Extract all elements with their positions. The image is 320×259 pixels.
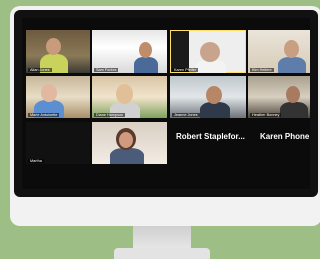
participant-body: [110, 148, 144, 164]
video-tile-active-speaker[interactable]: Karen Pfeifer: [170, 30, 246, 73]
participant-head: [41, 84, 57, 102]
participant-name: Allan Jones: [28, 68, 52, 72]
monitor-stand-neck: [133, 226, 191, 250]
monitor-stand-base: [114, 248, 210, 259]
participant-body: [280, 102, 308, 118]
monitor-bezel: Allan Jones Sam Fontes Karen Pfeifer Kim…: [14, 10, 318, 197]
video-tile[interactable]: Heather Bonney: [248, 76, 310, 118]
video-tile[interactable]: [92, 122, 167, 164]
participant-body: [278, 57, 306, 73]
participant-head: [286, 86, 300, 103]
participant-name: Kim Heliere: [250, 68, 274, 72]
video-tile[interactable]: Jeanne Jones: [170, 76, 246, 118]
participant-name: Diane Hampson: [94, 113, 126, 117]
participant-name: Martha: [28, 159, 44, 163]
video-tile[interactable]: Allan Jones: [26, 30, 90, 73]
participant-head: [46, 38, 61, 55]
participant-body: [200, 102, 230, 118]
monitor: Allan Jones Sam Fontes Karen Pfeifer Kim…: [10, 6, 320, 226]
participant-name: Heather Bonney: [250, 113, 282, 117]
video-tile[interactable]: Marie Antoinette: [26, 76, 90, 118]
participant-head: [116, 84, 133, 104]
participant-name: Jeanne Jones: [172, 113, 200, 117]
phone-participant-tile[interactable]: Robert Staplefor...: [170, 122, 246, 164]
participant-body: [134, 57, 158, 73]
participant-head: [206, 86, 222, 104]
participant-name: Marie Antoinette: [28, 113, 60, 117]
video-tile[interactable]: Diane Hampson: [92, 76, 167, 118]
participant-head: [200, 42, 220, 62]
video-tile[interactable]: Martha: [26, 122, 90, 164]
phone-participant-name: Robert Staplefor...: [176, 132, 245, 141]
phone-participant-tile[interactable]: Karen Phone: [248, 122, 310, 164]
video-call-gallery: Allan Jones Sam Fontes Karen Pfeifer Kim…: [22, 18, 310, 189]
video-tile[interactable]: Kim Heliere: [248, 30, 310, 73]
participant-face: [119, 132, 133, 148]
participant-name: Karen Pfeifer: [172, 68, 199, 72]
phone-participant-name: Karen Phone: [260, 132, 310, 141]
participant-head: [139, 42, 152, 58]
participant-name: Sam Fontes: [94, 68, 119, 72]
video-tile[interactable]: Sam Fontes: [92, 30, 167, 73]
participant-head: [284, 40, 299, 58]
